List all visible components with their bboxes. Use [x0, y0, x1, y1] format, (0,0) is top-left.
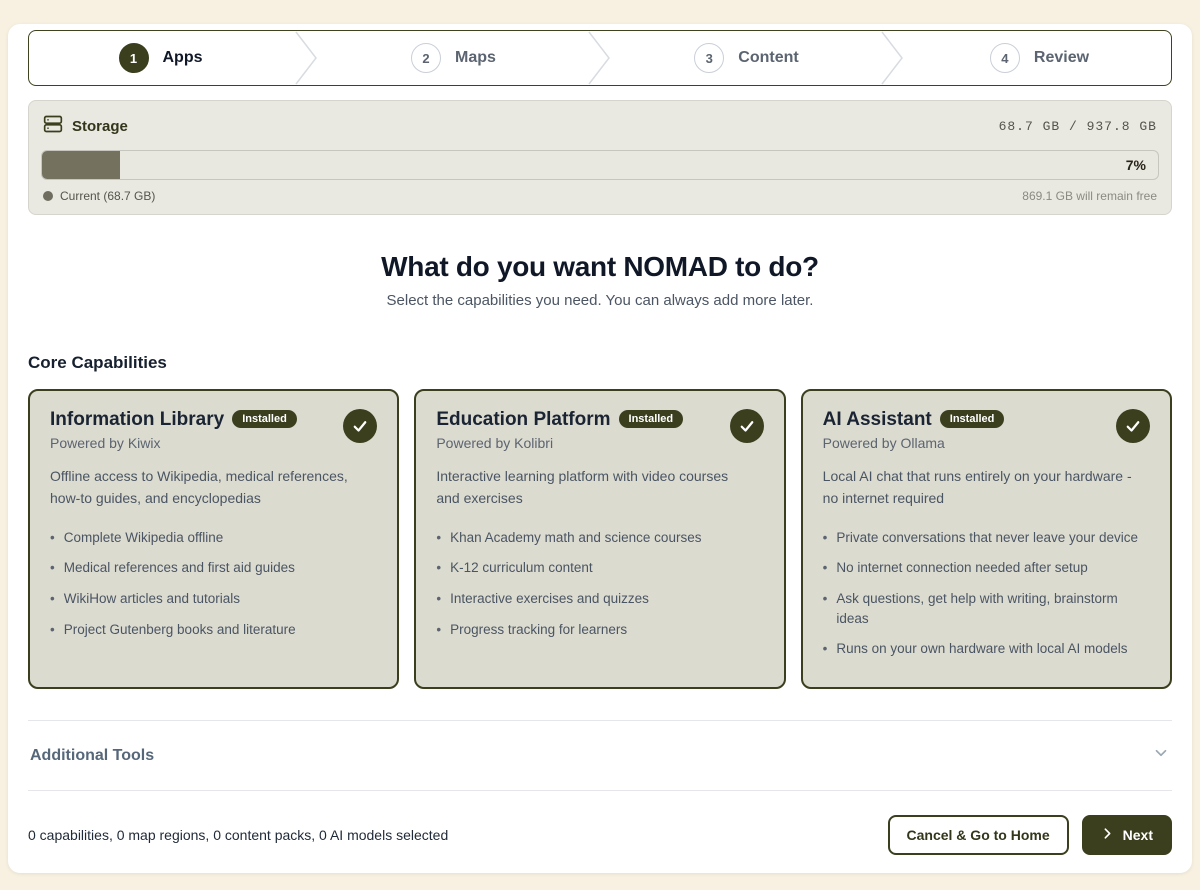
feature-item: •Project Gutenberg books and literature	[50, 614, 377, 645]
installed-badge: Installed	[940, 410, 1005, 428]
storage-progress-bar: 7%	[41, 150, 1159, 180]
powered-by-label: Powered by Kiwix	[50, 435, 297, 451]
additional-tools-label: Additional Tools	[30, 747, 154, 765]
selected-check-icon	[343, 409, 377, 443]
capability-card-education-platform[interactable]: Education Platform Installed Powered by K…	[414, 389, 785, 689]
capability-card-information-library[interactable]: Information Library Installed Powered by …	[28, 389, 399, 689]
card-title: Education Platform	[436, 409, 610, 430]
feature-item: •Khan Academy math and science courses	[436, 522, 763, 553]
setup-wizard-panel: 1 Apps 2 Maps 3 Content 4 Review	[8, 24, 1192, 873]
next-button[interactable]: Next	[1082, 815, 1172, 855]
storage-usage-readout: 68.7 GB / 937.8 GB	[999, 119, 1157, 134]
step-label: Review	[1034, 49, 1089, 67]
storage-server-icon	[43, 114, 63, 139]
core-capabilities-heading: Core Capabilities	[28, 353, 1172, 373]
feature-item: •K-12 curriculum content	[436, 553, 763, 584]
additional-tools-toggle[interactable]: Additional Tools	[28, 721, 1172, 790]
storage-title: Storage	[72, 118, 128, 135]
powered-by-label: Powered by Ollama	[823, 435, 1005, 451]
card-feature-list: •Complete Wikipedia offline •Medical ref…	[50, 522, 377, 644]
card-description: Local AI chat that runs entirely on your…	[823, 466, 1150, 509]
legend-current-dot	[43, 191, 53, 201]
wizard-stepper: 1 Apps 2 Maps 3 Content 4 Review	[28, 30, 1172, 86]
wizard-footer: 0 capabilities, 0 map regions, 0 content…	[28, 791, 1172, 855]
card-description: Interactive learning platform with video…	[436, 466, 763, 509]
installed-badge: Installed	[232, 410, 297, 428]
step-separator-chevron-icon	[585, 31, 615, 85]
storage-remaining-note: 869.1 GB will remain free	[1022, 189, 1157, 203]
feature-item: •Ask questions, get help with writing, b…	[823, 584, 1150, 634]
card-description: Offline access to Wikipedia, medical ref…	[50, 466, 377, 509]
feature-item: •Runs on your own hardware with local AI…	[823, 634, 1150, 665]
selected-check-icon	[1116, 409, 1150, 443]
feature-item: •Complete Wikipedia offline	[50, 522, 377, 553]
selection-summary: 0 capabilities, 0 map regions, 0 content…	[28, 827, 448, 843]
chevron-right-icon	[1101, 827, 1114, 843]
page-subtitle: Select the capabilities you need. You ca…	[28, 292, 1172, 309]
card-title: Information Library	[50, 409, 224, 430]
selected-check-icon	[730, 409, 764, 443]
step-label: Maps	[455, 49, 496, 67]
step-apps[interactable]: 1 Apps	[29, 31, 292, 85]
step-review[interactable]: 4 Review	[908, 31, 1171, 85]
legend-current-label: Current (68.7 GB)	[60, 189, 155, 203]
step-separator-chevron-icon	[878, 31, 908, 85]
step-separator-chevron-icon	[292, 31, 322, 85]
cancel-button-label: Cancel & Go to Home	[907, 827, 1050, 843]
step-label: Content	[738, 49, 798, 67]
feature-item: •Interactive exercises and quizzes	[436, 584, 763, 615]
feature-item: •Medical references and first aid guides	[50, 553, 377, 584]
capability-cards-grid: Information Library Installed Powered by …	[28, 389, 1172, 689]
step-content[interactable]: 3 Content	[615, 31, 878, 85]
cancel-button[interactable]: Cancel & Go to Home	[888, 815, 1069, 855]
step-number-badge: 1	[119, 43, 149, 73]
feature-item: •Progress tracking for learners	[436, 614, 763, 645]
step-maps[interactable]: 2 Maps	[322, 31, 585, 85]
card-feature-list: •Khan Academy math and science courses •…	[436, 522, 763, 644]
storage-percent-label: 7%	[1126, 157, 1146, 173]
step-number-badge: 4	[990, 43, 1020, 73]
feature-item: •No internet connection needed after set…	[823, 553, 1150, 584]
next-button-label: Next	[1123, 827, 1153, 843]
card-feature-list: •Private conversations that never leave …	[823, 522, 1150, 664]
step-number-badge: 3	[694, 43, 724, 73]
chevron-down-icon[interactable]	[1152, 744, 1170, 767]
step-label: Apps	[163, 49, 203, 67]
page-title: What do you want NOMAD to do?	[28, 251, 1172, 283]
storage-panel: Storage 68.7 GB / 937.8 GB 7% Current (6…	[28, 100, 1172, 215]
step-number-badge: 2	[411, 43, 441, 73]
card-title: AI Assistant	[823, 409, 932, 430]
installed-badge: Installed	[619, 410, 684, 428]
feature-item: •WikiHow articles and tutorials	[50, 584, 377, 615]
capability-card-ai-assistant[interactable]: AI AssistantInstalled Powered by Ollama …	[801, 389, 1172, 689]
powered-by-label: Powered by Kolibri	[436, 435, 683, 451]
feature-item: •Private conversations that never leave …	[823, 522, 1150, 553]
storage-progress-fill	[42, 151, 120, 179]
